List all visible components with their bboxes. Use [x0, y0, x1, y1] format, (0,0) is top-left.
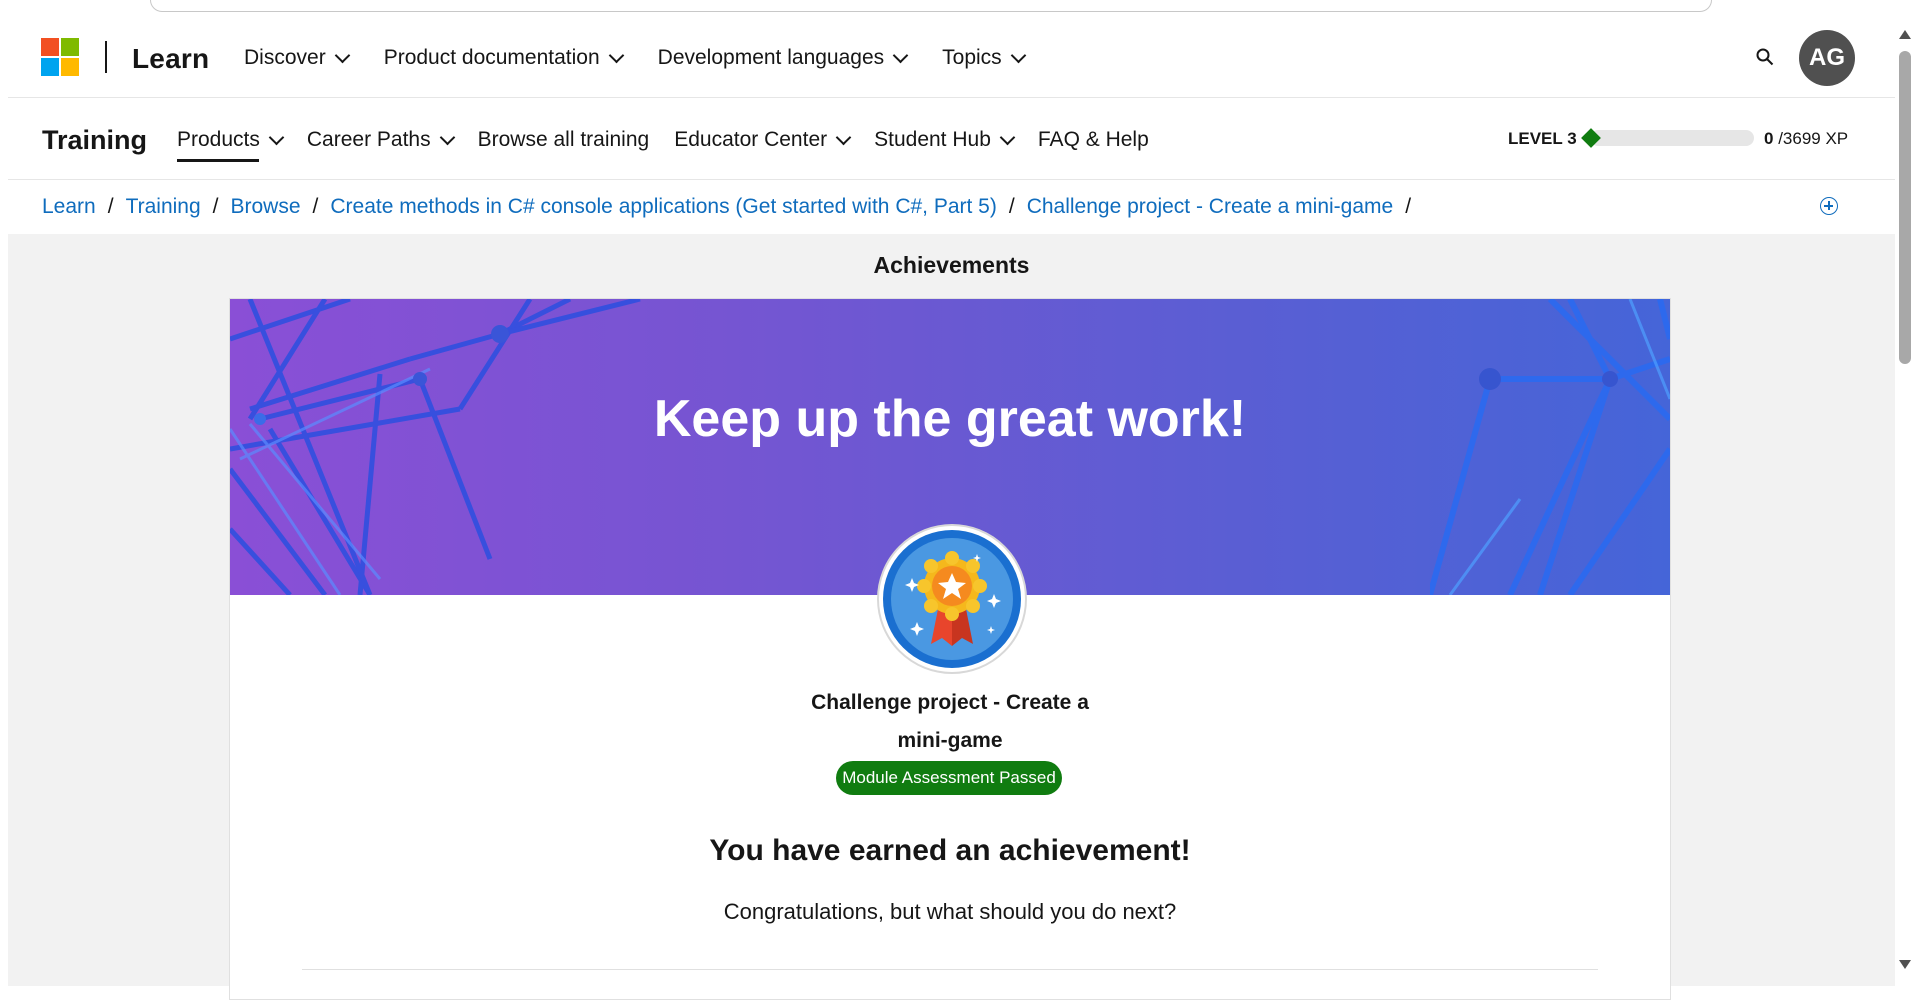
achievement-name-line1: Challenge project - Create a: [811, 691, 1089, 714]
breadcrumb-unit[interactable]: Challenge project - Create a mini-game: [1027, 195, 1394, 219]
address-bar[interactable]: [150, 0, 1712, 12]
nav-faq-help-label: FAQ & Help: [1037, 128, 1149, 151]
breadcrumb-module[interactable]: Create methods in C# console application…: [330, 195, 996, 219]
nav-topics-label: Topics: [942, 46, 1002, 69]
nav-product-documentation[interactable]: Product documentation: [383, 46, 624, 70]
breadcrumb-separator: /: [212, 195, 219, 218]
nav-browse-all-training[interactable]: Browse all training: [478, 128, 650, 158]
achievement-name: Challenge project - Create a mini-game: [230, 684, 1670, 760]
xp-current: 0: [1764, 129, 1774, 148]
nav-products[interactable]: Products: [177, 128, 285, 162]
level-label: LEVEL 3: [1508, 129, 1577, 148]
add-collection-icon[interactable]: [1820, 197, 1838, 215]
nav-development-languages[interactable]: Development languages: [657, 46, 909, 70]
nav-faq-help[interactable]: FAQ & Help: [1038, 128, 1149, 158]
training-header: Training Products Career Paths Browse al…: [8, 98, 1895, 180]
nav-products-label: Products: [177, 128, 260, 151]
chevron-down-icon: [334, 47, 350, 63]
chevron-down-icon: [835, 129, 852, 145]
xp-readout: 0 /3699 XP: [1764, 129, 1848, 149]
nav-career-paths[interactable]: Career Paths: [306, 128, 455, 158]
xp-progress-bar: [1590, 130, 1754, 146]
nav-topics[interactable]: Topics: [942, 46, 1026, 70]
training-nav: Products Career Paths Browse all trainin…: [177, 128, 1174, 162]
nav-career-paths-label: Career Paths: [306, 128, 431, 151]
nav-student-hub-label: Student Hub: [874, 128, 991, 151]
search-icon[interactable]: [1756, 48, 1774, 66]
achievement-name-line2: mini-game: [897, 729, 1003, 752]
chevron-down-icon: [892, 47, 909, 63]
chevron-down-icon: [439, 129, 455, 145]
nav-student-hub[interactable]: Student Hub: [874, 128, 1016, 158]
nav-product-documentation-label: Product documentation: [383, 46, 600, 69]
breadcrumb-browse[interactable]: Browse: [231, 195, 301, 219]
header-divider: [105, 41, 107, 73]
scroll-up-arrow-icon[interactable]: [1899, 30, 1911, 39]
achievements-heading: Achievements: [873, 252, 1030, 278]
page-scrollbar[interactable]: [1895, 14, 1919, 986]
breadcrumb-separator: /: [1405, 195, 1412, 218]
main-content: Achievements Keep up the great work! Cha…: [8, 234, 1895, 1000]
breadcrumb-separator: /: [312, 195, 319, 218]
chevron-down-icon: [999, 129, 1016, 145]
nav-educator-center[interactable]: Educator Center: [674, 128, 852, 158]
nav-browse-all-training-label: Browse all training: [477, 128, 650, 151]
scrollbar-thumb[interactable]: [1899, 51, 1911, 364]
breadcrumb-separator: /: [1008, 195, 1015, 218]
training-title[interactable]: Training: [42, 125, 147, 156]
chevron-down-icon: [608, 47, 624, 63]
breadcrumb-separator: /: [107, 195, 114, 218]
nav-development-languages-label: Development languages: [657, 46, 885, 69]
breadcrumb: Learn / Training / Browse / Create methods …: [8, 180, 1895, 234]
achievement-card: Keep up the great work! Challenge projec…: [229, 298, 1671, 1000]
microsoft-logo-icon[interactable]: [41, 38, 79, 76]
chevron-down-icon: [268, 129, 285, 145]
medal-icon: [883, 530, 1021, 668]
achievement-badge: [877, 524, 1027, 674]
avatar[interactable]: AG: [1799, 30, 1855, 86]
global-header: Learn Discover Product documentation Dev…: [8, 14, 1895, 98]
divider: [302, 969, 1598, 970]
chevron-down-icon: [1010, 47, 1026, 63]
global-nav: Discover Product documentation Developme…: [244, 46, 1060, 70]
xp-total: /3699 XP: [1778, 129, 1849, 148]
nav-discover-label: Discover: [244, 46, 326, 69]
breadcrumb-training[interactable]: Training: [126, 195, 201, 219]
scroll-down-arrow-icon[interactable]: [1899, 960, 1911, 969]
nav-educator-center-label: Educator Center: [674, 128, 828, 151]
next-steps-text: Congratulations, but what should you do …: [723, 899, 1177, 924]
learn-brand-link[interactable]: Learn: [132, 43, 209, 75]
banner-title: Keep up the great work!: [653, 390, 1247, 448]
nav-discover[interactable]: Discover: [244, 46, 350, 70]
browser-top-strip: [0, 0, 1919, 14]
breadcrumb-learn[interactable]: Learn: [42, 195, 96, 219]
earned-heading: You have earned an achievement!: [709, 834, 1191, 867]
status-badge: Module Assessment Passed: [836, 761, 1062, 795]
